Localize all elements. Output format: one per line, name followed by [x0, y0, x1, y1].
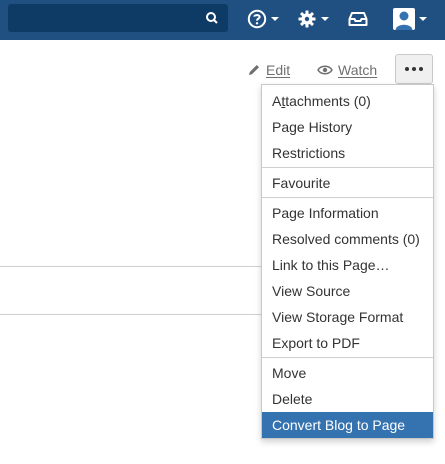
notifications-button[interactable] — [344, 6, 372, 32]
search-icon[interactable] — [204, 10, 220, 26]
settings-button[interactable] — [296, 6, 330, 32]
menu-separator — [262, 357, 433, 358]
menu-item-attachments[interactable]: Attachments (0) — [262, 88, 433, 114]
content-divider — [0, 314, 262, 315]
menu-item-page-history[interactable]: Page History — [262, 114, 433, 140]
menu-item-export-pdf[interactable]: Export to PDF — [262, 330, 433, 356]
chevron-down-icon — [271, 17, 279, 21]
menu-item-page-information[interactable]: Page Information — [262, 200, 433, 226]
edit-button[interactable]: Edit — [247, 54, 290, 86]
user-menu-button[interactable] — [389, 6, 431, 32]
pencil-icon — [249, 65, 259, 75]
user-avatar-icon — [393, 8, 415, 30]
menu-item-restrictions[interactable]: Restrictions — [262, 140, 433, 166]
watch-button[interactable]: Watch — [317, 54, 377, 86]
menu-item-favourite[interactable]: Favourite — [262, 170, 433, 196]
chevron-down-icon — [419, 17, 427, 21]
menu-item-delete[interactable]: Delete — [262, 386, 433, 412]
top-header — [0, 0, 445, 40]
search-input[interactable] — [8, 4, 228, 32]
gear-icon — [298, 10, 316, 28]
edit-label: Edit — [266, 62, 291, 78]
menu-item-view-source[interactable]: View Source — [262, 278, 433, 304]
menu-item-link-to-page[interactable]: Link to this Page… — [262, 252, 433, 278]
ellipsis-icon — [405, 67, 423, 71]
help-icon — [247, 9, 267, 29]
inbox-icon — [348, 12, 368, 26]
help-button[interactable] — [246, 6, 280, 32]
menu-item-convert-blog[interactable]: Convert Blog to Page — [262, 412, 433, 438]
watch-label: Watch — [338, 62, 378, 78]
more-actions-menu: Attachments (0) Page History Restriction… — [261, 84, 434, 439]
menu-item-resolved-comments[interactable]: Resolved comments (0) — [262, 226, 433, 252]
chevron-down-icon — [321, 17, 329, 21]
menu-separator — [262, 167, 433, 168]
menu-item-move[interactable]: Move — [262, 360, 433, 386]
menu-separator — [262, 197, 433, 198]
more-actions-button[interactable] — [395, 54, 433, 84]
eye-icon — [317, 65, 333, 75]
menu-item-view-storage-format[interactable]: View Storage Format — [262, 304, 433, 330]
content-divider — [0, 266, 262, 267]
